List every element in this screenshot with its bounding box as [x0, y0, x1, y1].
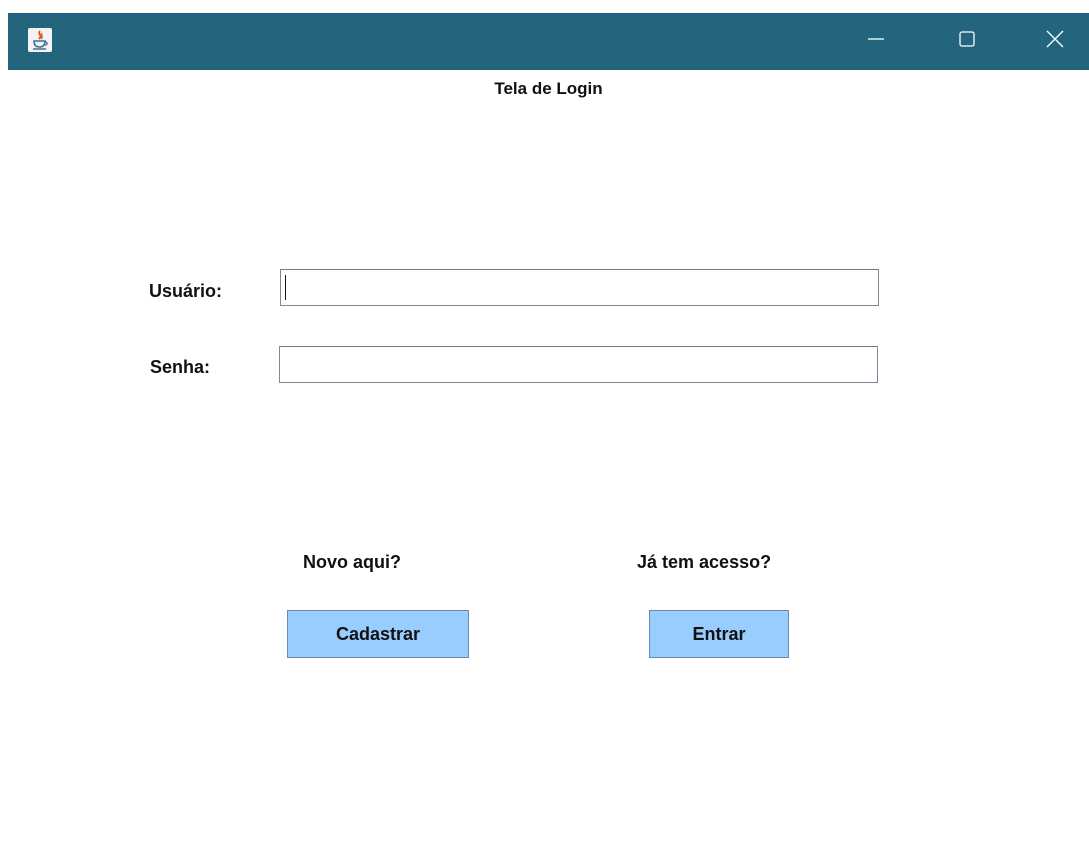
login-button[interactable]: Entrar: [649, 610, 789, 658]
new-user-hint: Novo aqui?: [303, 552, 401, 572]
close-button[interactable]: [1025, 13, 1085, 70]
maximize-button[interactable]: [937, 13, 997, 70]
page-title: Tela de Login: [494, 79, 603, 98]
password-input[interactable]: [279, 346, 878, 383]
close-icon: [1045, 29, 1065, 54]
username-input[interactable]: [280, 269, 879, 306]
existing-user-hint: Já tem acesso?: [637, 552, 772, 572]
text-caret: [285, 275, 286, 300]
register-button[interactable]: Cadastrar: [287, 610, 469, 658]
username-label: Usuário:: [149, 281, 223, 301]
password-label: Senha:: [150, 357, 211, 377]
maximize-icon: [957, 29, 977, 54]
login-window: Tela de Login Usuário: Senha: Novo aqui?…: [8, 13, 1089, 860]
minimize-button[interactable]: [846, 13, 906, 70]
java-cup-icon[interactable]: [28, 28, 52, 52]
minimize-icon: [866, 29, 886, 54]
title-bar[interactable]: [8, 13, 1089, 70]
